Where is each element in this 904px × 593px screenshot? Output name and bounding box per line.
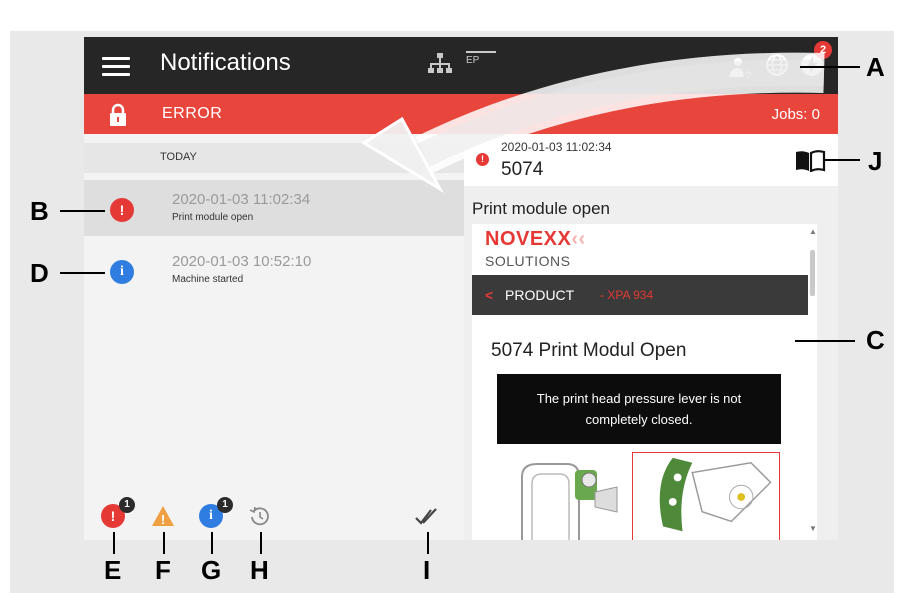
callout-line-e <box>113 532 115 554</box>
annotation-arrow <box>361 52 825 194</box>
callout-g: G <box>201 555 222 585</box>
callout-b: B <box>30 196 49 226</box>
callout-j: J <box>868 146 883 176</box>
callout-i: I <box>423 555 431 585</box>
callout-line-b <box>60 210 105 212</box>
callout-line-a <box>800 66 860 68</box>
callout-line-i <box>427 532 429 554</box>
callout-h: H <box>250 555 269 585</box>
callout-line-j <box>825 159 860 161</box>
callout-line-g <box>211 532 213 554</box>
callout-c: C <box>866 325 885 355</box>
callout-d: D <box>30 258 49 288</box>
callout-line-f <box>163 532 165 554</box>
callout-a: A <box>866 52 885 82</box>
callout-e: E <box>104 555 122 585</box>
callout-line-d <box>60 272 105 274</box>
callout-f: F <box>155 555 171 585</box>
callout-line-c <box>795 340 855 342</box>
callout-line-h <box>260 532 262 554</box>
device-screen: Notifications EP ? 2 ERROR Jobs: 0 TODAY… <box>84 37 838 540</box>
